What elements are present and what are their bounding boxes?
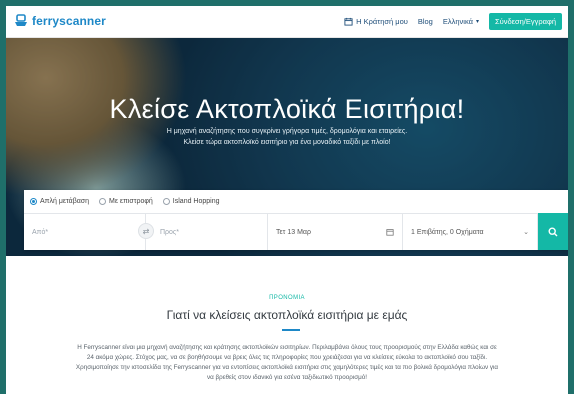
top-nav: Η Κράτησή μου Blog Ελληνικά ▾ Σύνδεση/Εγ… (344, 13, 562, 30)
language-label: Ελληνικά (442, 17, 473, 26)
calendar-icon (344, 17, 353, 26)
chevron-down-icon: ▾ (475, 19, 479, 25)
language-selector[interactable]: Ελληνικά ▾ (443, 17, 479, 26)
from-placeholder: Από* (32, 228, 49, 236)
calendar-icon (386, 229, 394, 236)
trip-type-return[interactable]: Με επιστροφή (99, 198, 153, 205)
date-value: Τετ 13 Μαρ (276, 228, 311, 236)
search-button[interactable] (538, 213, 568, 250)
my-booking-label: Η Κράτησή μου (356, 17, 408, 26)
passengers-field[interactable]: 1 Επιβάτης, 0 Οχήματα ⌄ (403, 213, 538, 250)
hero-title: Κλείσε Ακτοπλοϊκά Εισιτήρια! (109, 94, 465, 124)
swap-route-icon[interactable]: ⇄ (138, 223, 154, 239)
trip-type-label: Με επιστροφή (109, 198, 153, 205)
trip-type-island-hopping[interactable]: Island Hopping (162, 198, 220, 205)
hero-subtitle-line2: Κλείσε τώρα ακτοπλοϊκό εισιτήριο για ένα… (183, 139, 391, 146)
login-register-button[interactable]: Σύνδεση/Εγγραφή (488, 13, 562, 30)
browser-viewport: ferryscanner Η Κράτησή μου Blog Ελληνικά… (6, 6, 568, 394)
chevron-down-icon: ⌄ (523, 229, 529, 236)
to-placeholder: Προς* (160, 228, 180, 236)
to-field[interactable]: Προς* (146, 213, 268, 250)
trip-type-one-way[interactable]: Απλή μετάβαση (30, 198, 89, 205)
search-icon (548, 226, 558, 236)
trip-type-group: Απλή μετάβαση Με επιστροφή Island Hoppin… (30, 198, 220, 205)
search-fields: Από* ⇄ Προς* Τετ 13 Μαρ 1 Επιβάτης, 0 Οχ… (24, 213, 568, 250)
search-panel: Απλή μετάβαση Με επιστροφή Island Hoppin… (24, 190, 568, 250)
blog-label: Blog (417, 17, 433, 26)
date-field[interactable]: Τετ 13 Μαρ (268, 213, 403, 250)
site-header: ferryscanner Η Κράτησή μου Blog Ελληνικά… (6, 6, 568, 38)
trip-type-label: Island Hopping (172, 198, 220, 205)
my-booking-link[interactable]: Η Κράτησή μου (344, 17, 408, 26)
from-field[interactable]: Από* (24, 213, 146, 250)
intro-paragraph-line: 24 ακόμα χώρες. Στόχος μας, να σε βοηθήσ… (86, 354, 488, 361)
intro-paragraph-line: να βρεθείς στον ιδανικό για εσένα ταξιδι… (207, 374, 367, 381)
section-tag: ΠΡΟΝΟΜΙΑ (269, 295, 305, 301)
section-divider (282, 329, 300, 331)
radio-icon (99, 198, 106, 205)
blog-link[interactable]: Blog (418, 17, 433, 26)
radio-icon (162, 198, 170, 205)
radio-selected-icon (30, 198, 37, 205)
logo-text: ferryscanner (32, 14, 106, 28)
intro-paragraph-line: Η Ferryscanner είναι μια μηχανή αναζήτησ… (77, 344, 497, 351)
trip-type-label: Απλή μετάβαση (40, 198, 89, 205)
logo[interactable]: ferryscanner (14, 14, 106, 28)
hero-subtitle-line1: Η μηχανή αναζήτησης που συγκρίνει γρήγορ… (166, 128, 408, 135)
passengers-value: 1 Επιβάτης, 0 Οχήματα (411, 228, 484, 236)
section-title: Γιατί να κλείσεις ακτοπλοϊκά εισιτήρια μ… (166, 308, 408, 322)
intro-paragraph-line: Χρησιμοποίησε την ιστοσελίδα της Ferrysc… (75, 364, 499, 371)
ferry-logo-icon (15, 14, 27, 26)
